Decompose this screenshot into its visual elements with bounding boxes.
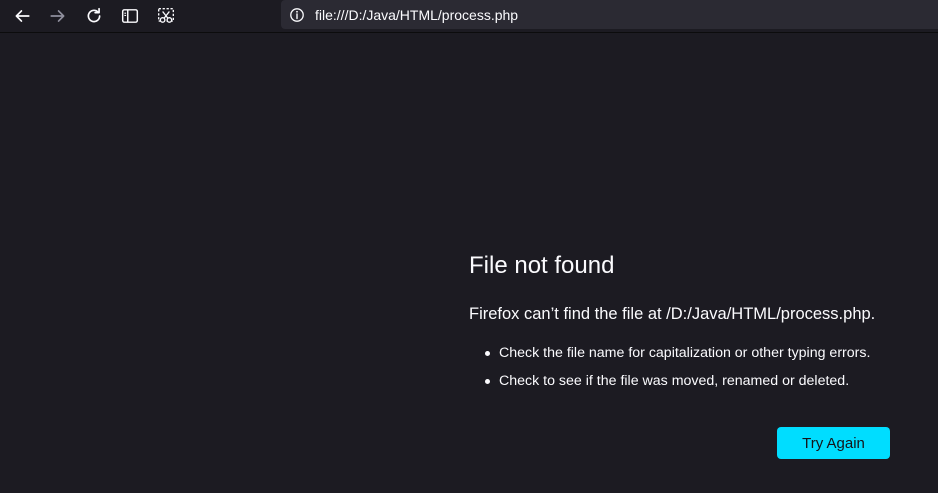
url-text[interactable]: file:///D:/Java/HTML/process.php <box>315 7 518 23</box>
page-content: File not found Firefox can’t find the fi… <box>0 34 938 493</box>
error-title: File not found <box>469 252 615 279</box>
info-icon <box>290 7 304 22</box>
url-bar[interactable]: file:///D:/Java/HTML/process.php <box>281 0 938 29</box>
error-description: Firefox can’t find the file at /D:/Java/… <box>469 305 876 323</box>
screenshot-icon <box>158 8 174 23</box>
list-item: Check to see if the file was moved, rena… <box>485 367 909 395</box>
site-info-button[interactable] <box>283 1 311 29</box>
screenshot-button[interactable] <box>153 3 179 29</box>
forward-button[interactable] <box>45 3 71 29</box>
list-item: Check the file name for capitalization o… <box>485 339 909 367</box>
reload-icon <box>87 7 101 23</box>
sidebar-button[interactable] <box>117 3 143 29</box>
arrow-right-icon <box>50 10 65 22</box>
suggestion-list: Check the file name for capitalization o… <box>485 339 909 395</box>
try-again-button[interactable]: Try Again <box>777 427 890 459</box>
back-button[interactable] <box>9 3 35 29</box>
reload-button[interactable] <box>81 3 107 29</box>
arrow-left-icon <box>15 10 30 22</box>
error-container: File not found Firefox can’t find the fi… <box>469 251 909 459</box>
sidebar-icon <box>121 9 139 23</box>
browser-toolbar: file:///D:/Java/HTML/process.php <box>0 0 938 33</box>
